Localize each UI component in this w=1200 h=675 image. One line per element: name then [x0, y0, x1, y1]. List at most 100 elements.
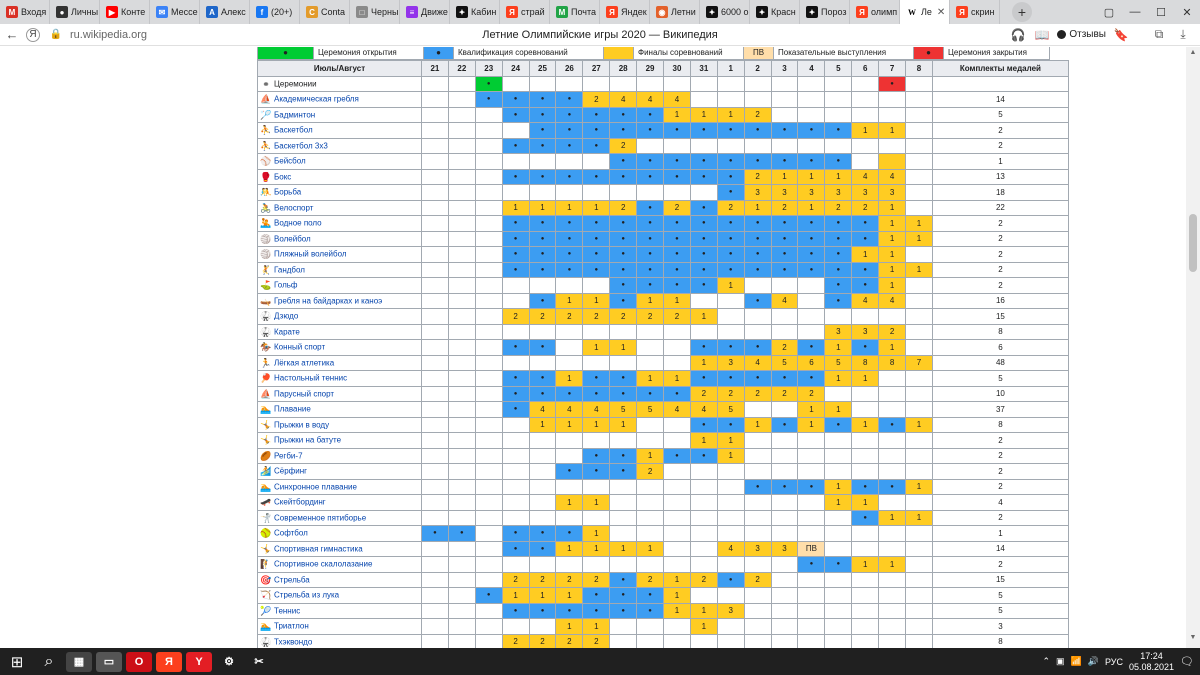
sport-cell[interactable]: 🎾 Теннис: [257, 602, 422, 619]
sport-cell[interactable]: ⛹ Баскетбол: [257, 122, 422, 139]
taskbar-app-6-icon[interactable]: ✂: [246, 651, 272, 672]
sport-cell[interactable]: 🥋 Карате: [257, 323, 422, 340]
sport-cell[interactable]: 🏸 Бадминтон: [257, 106, 422, 123]
empty-cell: [905, 463, 933, 480]
sport-cell[interactable]: ⛵ Академическая гребля: [257, 91, 422, 108]
feedback-button[interactable]: Отзывы: [1057, 29, 1106, 40]
sport-cell[interactable]: 🥋 Дзюдо: [257, 308, 422, 325]
notifications-icon[interactable]: 🗨: [1180, 655, 1194, 668]
sport-cell[interactable]: 🏓 Настольный теннис: [257, 370, 422, 387]
tabs-menu-icon[interactable]: ▢: [1096, 0, 1122, 24]
sport-cell[interactable]: 🏃 Лёгкая атлетика: [257, 354, 422, 371]
tab-17[interactable]: Яолимп: [850, 0, 900, 24]
page-scrollbar[interactable]: ▲ ▼: [1186, 47, 1200, 648]
sport-cell[interactable]: 🛹 Скейтбординг: [257, 494, 422, 511]
scroll-up-icon[interactable]: ▲: [1186, 49, 1200, 61]
sport-cell[interactable]: 🏊 Синхронное плавание: [257, 478, 422, 495]
sport-cell[interactable]: 🏉 Регби-7: [257, 447, 422, 464]
empty-cell: [743, 509, 772, 526]
tab-18[interactable]: W Ле ✕: [900, 0, 950, 24]
sport-cell[interactable]: ⛳ Гольф: [257, 277, 422, 294]
start-icon[interactable]: ⊞: [0, 648, 34, 675]
collections-icon[interactable]: ⧉: [1150, 27, 1168, 42]
sport-cell[interactable]: 🤽 Водное поло: [257, 215, 422, 232]
table-row: 🏓 Настольный теннис ● ● 1 ● ● 1 1 ● ● ● ● ● 1 1 5: [257, 370, 1069, 387]
sport-cell[interactable]: 🤺 Современное пятиборье: [257, 509, 422, 526]
tab-6[interactable]: C Conta: [300, 0, 350, 24]
back-arrow-icon[interactable]: ←: [2, 25, 22, 45]
sport-cell[interactable]: ⚾ Бейсбол: [257, 153, 422, 170]
sport-cell[interactable]: 🤼 Борьба: [257, 184, 422, 201]
scroll-down-icon[interactable]: ▼: [1186, 634, 1200, 646]
sport-cell[interactable]: 🤸 Спортивная гимнастика: [257, 540, 422, 557]
taskbar-app-2-icon[interactable]: O: [126, 651, 152, 672]
tray-network-icon[interactable]: ▣: [1056, 656, 1065, 667]
tab-close-icon[interactable]: ✕: [937, 7, 945, 18]
sport-cell[interactable]: 🏐 Волейбол: [257, 230, 422, 247]
sport-cell[interactable]: 🥊 Бокс: [257, 168, 422, 185]
maximize-icon[interactable]: ☐: [1148, 0, 1174, 24]
sport-cell[interactable]: 🏄 Сёрфинг: [257, 463, 422, 480]
tab-13[interactable]: ◉ Летни: [650, 0, 700, 24]
tab-3[interactable]: ✉ Мессе: [150, 0, 200, 24]
sport-cell[interactable]: 🛶 Гребля на байдарках и каноэ: [257, 292, 422, 309]
new-tab-button[interactable]: +: [1012, 2, 1032, 22]
sport-cell[interactable]: 🏊 Плавание: [257, 401, 422, 418]
sport-cell[interactable]: 🥎 Софтбол: [257, 525, 422, 542]
yandex-home-icon[interactable]: Я: [26, 27, 40, 42]
taskbar-app-3-icon[interactable]: Я: [156, 651, 182, 672]
tab-10[interactable]: Ястрай: [500, 0, 550, 24]
empty-cell: [528, 478, 557, 495]
tab-0[interactable]: М Входя: [0, 0, 50, 24]
tray-volume-icon[interactable]: 🔊: [1088, 656, 1099, 667]
taskbar-app-5-icon[interactable]: ⚙: [216, 651, 242, 672]
headphones-icon[interactable]: 🎧: [1009, 28, 1027, 42]
empty-cell: [447, 199, 476, 216]
tab-16[interactable]: ✦ Пороз: [800, 0, 850, 24]
sport-cell[interactable]: ⛵ Парусный спорт: [257, 385, 422, 402]
sport-cell[interactable]: 🎯 Стрельба: [257, 571, 422, 588]
bookmark-icon[interactable]: 🔖: [1112, 28, 1130, 42]
tab-2[interactable]: ▶ Конте: [100, 0, 150, 24]
tab-8[interactable]: ≡ Движе: [400, 0, 450, 24]
close-window-icon[interactable]: ✕: [1174, 0, 1200, 24]
sport-cell[interactable]: ⛹ Баскетбол 3x3: [257, 137, 422, 154]
scrollbar-thumb[interactable]: [1189, 214, 1197, 272]
sport-cell[interactable]: 🥋 Тхэквондо: [257, 633, 422, 648]
sport-cell[interactable]: 🤸 Прыжки на батуте: [257, 432, 422, 449]
sport-cell[interactable]: 🧗 Спортивное скалолазание: [257, 556, 422, 573]
tab-12[interactable]: Я Яндек: [600, 0, 650, 24]
download-icon[interactable]: ⤓: [1174, 27, 1192, 42]
sport-cell[interactable]: 🏐 Пляжный волейбол: [257, 246, 422, 263]
tab-15[interactable]: ✦ Красн: [750, 0, 800, 24]
url-field[interactable]: ru.wikipedia.org: [70, 29, 180, 41]
tab-1[interactable]: ● Личны: [50, 0, 100, 24]
taskbar-app-0-icon[interactable]: ▦: [66, 651, 92, 672]
search-icon[interactable]: ⌕: [34, 648, 64, 675]
tray-language[interactable]: РУС: [1105, 657, 1123, 667]
sport-cell[interactable]: 🤾 Гандбол: [257, 261, 422, 278]
taskbar-app-4-icon[interactable]: Y: [186, 651, 212, 672]
tab-7[interactable]: □ Черны: [350, 0, 400, 24]
sport-cell[interactable]: ⚭ Церемонии: [257, 75, 422, 92]
tray-wifi-icon[interactable]: 📶: [1071, 656, 1082, 667]
tab-5[interactable]: f (20+): [250, 0, 300, 24]
header-day: 22: [447, 60, 476, 77]
taskbar-app-1-icon[interactable]: ▭: [96, 651, 122, 672]
tab-9[interactable]: ✦ Кабин: [450, 0, 500, 24]
sport-cell[interactable]: 🏇 Конный спорт: [257, 339, 422, 356]
final-cell: 2: [528, 308, 557, 325]
tab-4[interactable]: A Алекс: [200, 0, 250, 24]
minimize-icon[interactable]: —: [1122, 0, 1148, 24]
sport-cell[interactable]: 🏊 Триатлон: [257, 618, 422, 635]
clock[interactable]: 17:24 05.08.2021: [1129, 651, 1174, 673]
reader-icon[interactable]: 📖: [1033, 28, 1051, 42]
sport-cell[interactable]: 🚴 Велоспорт: [257, 199, 422, 216]
tray-chevron-icon[interactable]: ⌃: [1042, 656, 1050, 667]
sport-cell[interactable]: 🏹 Стрельба из лука: [257, 587, 422, 604]
tab-19[interactable]: Яскрин: [950, 0, 1000, 24]
sport-cell[interactable]: 🤸 Прыжки в воду: [257, 416, 422, 433]
lock-icon[interactable]: 🔒: [46, 25, 66, 45]
tab-14[interactable]: ✦ 6000 о: [700, 0, 750, 24]
tab-11[interactable]: M Почта: [550, 0, 600, 24]
